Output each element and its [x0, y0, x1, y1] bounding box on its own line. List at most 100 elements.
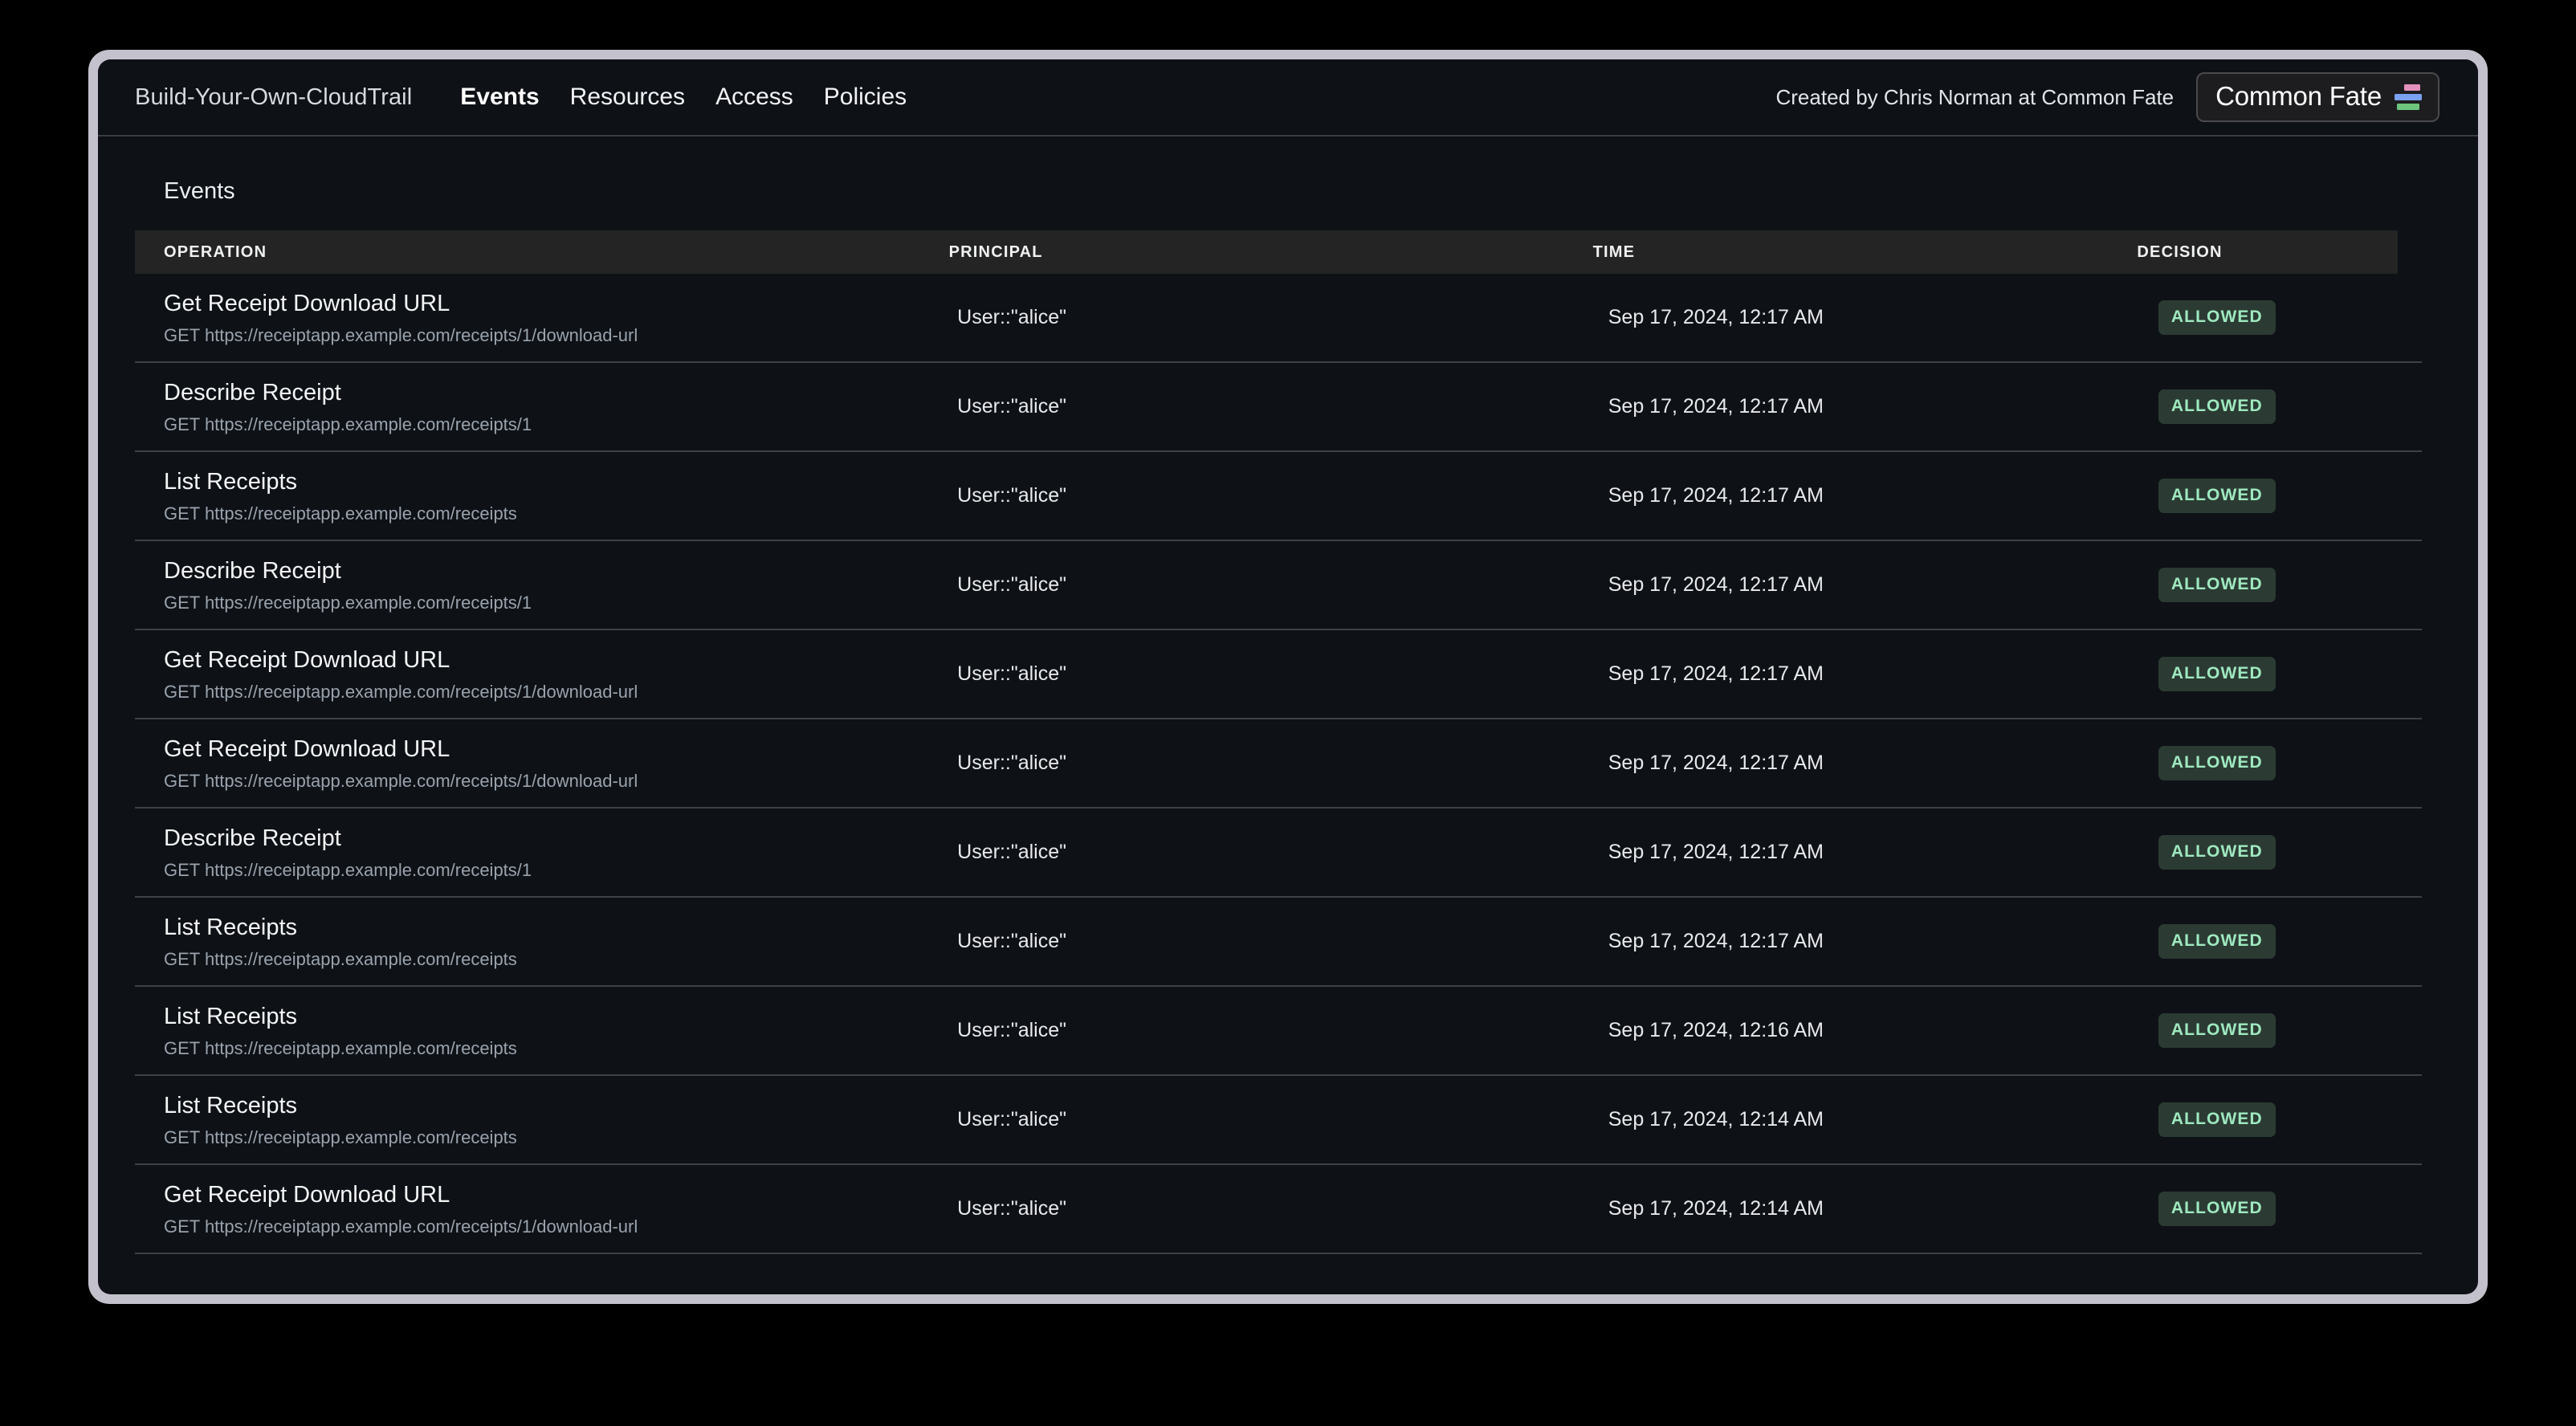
cell-operation: Describe Receipt GET https://receiptapp.e… — [135, 378, 957, 434]
table-row[interactable]: List Receipts GET https://receiptapp.exam… — [135, 898, 2422, 987]
status-badge: ALLOWED — [2158, 300, 2276, 335]
operation-title: List Receipts — [164, 1093, 298, 1119]
cell-decision: ALLOWED — [2158, 389, 2422, 424]
status-badge: ALLOWED — [2158, 1013, 2276, 1048]
operation-title: Describe Receipt — [164, 825, 341, 852]
top-navigation-bar: Build-Your-Own-CloudTrail Events Resourc… — [98, 59, 2478, 136]
common-fate-badge-label: Common Fate — [2215, 81, 2382, 111]
top-navigation-right: Created by Chris Norman at Common Fate C… — [1776, 72, 2439, 122]
cell-principal: User::"alice" — [957, 573, 1066, 596]
status-badge: ALLOWED — [2158, 1102, 2276, 1137]
cell-operation: Describe Receipt GET https://receiptapp.e… — [135, 556, 957, 613]
cell-principal: User::"alice" — [957, 1019, 1066, 1041]
cell-time: Sep 17, 2024, 12:17 AM — [1608, 573, 1824, 596]
events-table-header-row: OPERATION PRINCIPAL TIME DECISION — [135, 230, 2398, 274]
cell-operation: List Receipts GET https://receiptapp.exam… — [135, 1091, 957, 1147]
status-badge: ALLOWED — [2158, 835, 2276, 870]
table-row[interactable]: Describe Receipt GET https://receiptapp.e… — [135, 363, 2422, 452]
operation-url: GET https://receiptapp.example.com/recei… — [164, 770, 638, 791]
operation-url: GET https://receiptapp.example.com/recei… — [164, 324, 638, 345]
cell-operation: Get Receipt Download URL GET https://rece… — [135, 289, 957, 345]
cell-principal: User::"alice" — [957, 1108, 1066, 1131]
cell-decision: ALLOWED — [2158, 568, 2422, 602]
cell-decision: ALLOWED — [2158, 1192, 2422, 1226]
cell-decision: ALLOWED — [2158, 835, 2422, 870]
operation-url: GET https://receiptapp.example.com/recei… — [164, 1216, 638, 1237]
cell-principal: User::"alice" — [957, 1197, 1066, 1220]
app-viewport: Build-Your-Own-CloudTrail Events Resourc… — [98, 59, 2478, 1294]
cell-operation: Get Receipt Download URL GET https://rece… — [135, 646, 957, 702]
status-badge: ALLOWED — [2158, 568, 2276, 602]
operation-title: Get Receipt Download URL — [164, 1182, 450, 1208]
operation-url: GET https://receiptapp.example.com/recei… — [164, 503, 517, 524]
operation-url: GET https://receiptapp.example.com/recei… — [164, 1037, 517, 1058]
cell-principal: User::"alice" — [957, 841, 1066, 863]
table-row[interactable]: Get Receipt Download URL GET https://rece… — [135, 719, 2422, 809]
cell-time: Sep 17, 2024, 12:14 AM — [1608, 1108, 1824, 1131]
cell-time: Sep 17, 2024, 12:14 AM — [1608, 1197, 1824, 1220]
nav-link-policies[interactable]: Policies — [824, 84, 907, 111]
nav-link-events[interactable]: Events — [460, 84, 539, 111]
cell-time: Sep 17, 2024, 12:17 AM — [1608, 395, 1824, 418]
operation-title: List Receipts — [164, 915, 298, 941]
common-fate-badge-button[interactable]: Common Fate — [2196, 72, 2439, 122]
table-row[interactable]: Describe Receipt GET https://receiptapp.e… — [135, 541, 2422, 630]
status-badge: ALLOWED — [2158, 479, 2276, 513]
operation-url: GET https://receiptapp.example.com/recei… — [164, 414, 532, 434]
table-row[interactable]: List Receipts GET https://receiptapp.exam… — [135, 987, 2422, 1076]
operation-title: List Receipts — [164, 1004, 298, 1030]
cell-time: Sep 17, 2024, 12:17 AM — [1608, 306, 1824, 328]
status-badge: ALLOWED — [2158, 389, 2276, 424]
cell-decision: ALLOWED — [2158, 1013, 2422, 1048]
cell-operation: Get Receipt Download URL GET https://rece… — [135, 1180, 957, 1237]
operation-url: GET https://receiptapp.example.com/recei… — [164, 859, 532, 880]
operation-url: GET https://receiptapp.example.com/recei… — [164, 681, 638, 702]
table-row[interactable]: List Receipts GET https://receiptapp.exam… — [135, 1076, 2422, 1165]
status-badge: ALLOWED — [2158, 746, 2276, 780]
cell-time: Sep 17, 2024, 12:17 AM — [1608, 662, 1824, 685]
page-content: Events OPERATION PRINCIPAL TIME DECISION… — [98, 136, 2478, 1254]
page-title: Events — [164, 178, 235, 204]
operation-title: Describe Receipt — [164, 380, 341, 406]
table-row[interactable]: Describe Receipt GET https://receiptapp.e… — [135, 809, 2422, 898]
column-header-principal: PRINCIPAL — [948, 242, 1043, 261]
events-table-body: Get Receipt Download URL GET https://rece… — [135, 274, 2441, 1254]
nav-link-resources[interactable]: Resources — [570, 84, 685, 111]
cell-time: Sep 17, 2024, 12:17 AM — [1608, 930, 1824, 952]
operation-title: Describe Receipt — [164, 558, 341, 585]
cell-decision: ALLOWED — [2158, 479, 2422, 513]
app-brand-title: Build-Your-Own-CloudTrail — [135, 84, 413, 110]
table-row[interactable]: Get Receipt Download URL GET https://rece… — [135, 274, 2422, 363]
operation-url: GET https://receiptapp.example.com/recei… — [164, 1127, 517, 1147]
table-row[interactable]: Get Receipt Download URL GET https://rece… — [135, 1165, 2422, 1254]
column-header-decision: DECISION — [2137, 242, 2223, 261]
cell-decision: ALLOWED — [2158, 746, 2422, 780]
cell-principal: User::"alice" — [957, 306, 1066, 328]
browser-window-frame: Build-Your-Own-CloudTrail Events Resourc… — [88, 50, 2488, 1304]
cell-principal: User::"alice" — [957, 484, 1066, 507]
logo-bar-pink — [2404, 84, 2420, 91]
logo-bar-green — [2397, 104, 2419, 110]
operation-title: Get Receipt Download URL — [164, 736, 450, 763]
cell-principal: User::"alice" — [957, 752, 1066, 774]
cell-operation: Get Receipt Download URL GET https://rece… — [135, 735, 957, 791]
nav-links: Events Resources Access Policies — [460, 84, 907, 111]
cell-principal: User::"alice" — [957, 930, 1066, 952]
cell-decision: ALLOWED — [2158, 657, 2422, 691]
operation-url: GET https://receiptapp.example.com/recei… — [164, 592, 532, 613]
cell-operation: List Receipts GET https://receiptapp.exam… — [135, 913, 957, 969]
cell-decision: ALLOWED — [2158, 924, 2422, 959]
cell-time: Sep 17, 2024, 12:17 AM — [1608, 484, 1824, 507]
cell-operation: List Receipts GET https://receiptapp.exam… — [135, 467, 957, 524]
operation-url: GET https://receiptapp.example.com/recei… — [164, 948, 517, 969]
column-header-operation: OPERATION — [164, 242, 267, 261]
table-row[interactable]: Get Receipt Download URL GET https://rece… — [135, 630, 2422, 719]
operation-title: Get Receipt Download URL — [164, 647, 450, 674]
table-row[interactable]: List Receipts GET https://receiptapp.exam… — [135, 452, 2422, 541]
cell-operation: List Receipts GET https://receiptapp.exam… — [135, 1002, 957, 1058]
operation-title: Get Receipt Download URL — [164, 291, 450, 317]
nav-link-access[interactable]: Access — [715, 84, 793, 111]
cell-time: Sep 17, 2024, 12:16 AM — [1608, 1019, 1824, 1041]
status-badge: ALLOWED — [2158, 657, 2276, 691]
cell-principal: User::"alice" — [957, 395, 1066, 418]
